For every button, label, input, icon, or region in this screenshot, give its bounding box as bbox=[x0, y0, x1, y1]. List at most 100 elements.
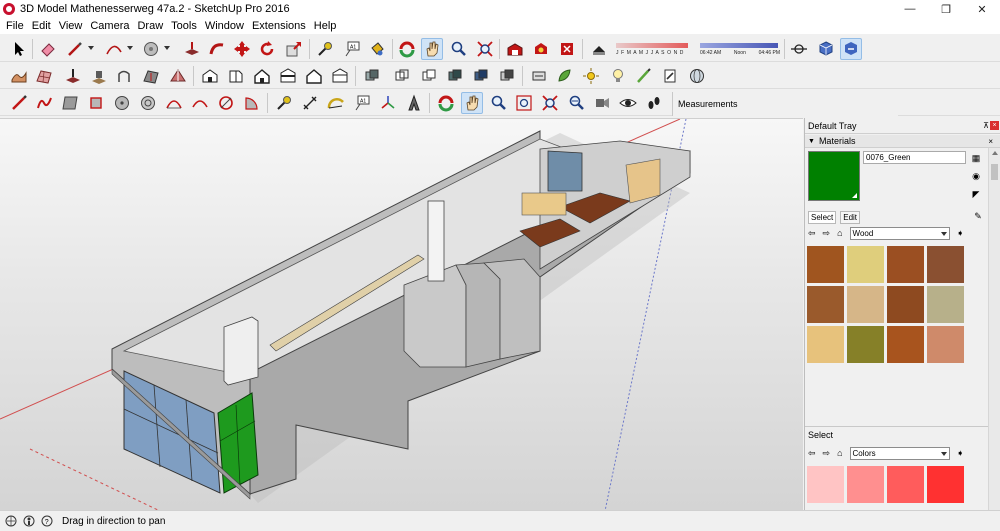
wood-swatch[interactable] bbox=[847, 286, 884, 323]
color-swatch[interactable] bbox=[887, 466, 924, 503]
default-material-icon[interactable]: ◤ bbox=[970, 188, 982, 200]
orbit-button[interactable] bbox=[396, 38, 418, 60]
share-model-button[interactable] bbox=[530, 38, 552, 60]
menu-tools[interactable]: Tools bbox=[167, 20, 201, 32]
wireframe-style-button[interactable] bbox=[391, 65, 413, 87]
wood-swatch[interactable] bbox=[847, 326, 884, 363]
measure-tape-button[interactable] bbox=[273, 92, 295, 114]
iso-view-button[interactable] bbox=[199, 65, 221, 87]
rotated-rectangle-button[interactable] bbox=[85, 92, 107, 114]
line-tool-button[interactable] bbox=[64, 38, 86, 60]
menu-extensions[interactable]: Extensions bbox=[248, 20, 310, 32]
home-icon[interactable]: ⌂ bbox=[837, 228, 842, 238]
wood-swatch[interactable] bbox=[927, 326, 964, 363]
scroll-thumb[interactable] bbox=[991, 164, 998, 180]
home-icon-2[interactable]: ⌂ bbox=[837, 448, 842, 458]
component-options-button[interactable] bbox=[815, 38, 837, 60]
zoom-button[interactable] bbox=[447, 38, 469, 60]
eyedropper-icon[interactable]: ✎ bbox=[972, 210, 984, 222]
pin-icon[interactable]: ⊼ bbox=[983, 121, 989, 130]
zoom-extents-button[interactable] bbox=[474, 38, 496, 60]
rotate-tool-button[interactable] bbox=[256, 38, 278, 60]
profile-edges-button[interactable] bbox=[659, 65, 681, 87]
push-pull-button[interactable] bbox=[181, 38, 203, 60]
wood-swatch[interactable] bbox=[887, 326, 924, 363]
text-tool-button[interactable]: A1 bbox=[341, 38, 363, 60]
display-secondary-icon[interactable]: ▦ bbox=[970, 152, 982, 164]
maximize-button[interactable]: ❐ bbox=[928, 0, 964, 18]
tab-edit[interactable]: Edit bbox=[840, 211, 861, 224]
create-material-icon[interactable]: ◉ bbox=[970, 170, 982, 182]
walk-button[interactable] bbox=[643, 92, 665, 114]
menu-file[interactable]: File bbox=[2, 20, 28, 32]
library-select-wood[interactable]: Wood bbox=[849, 226, 950, 240]
orbit-tool-button[interactable] bbox=[435, 92, 457, 114]
wood-swatch[interactable] bbox=[927, 286, 964, 323]
right-view-button[interactable] bbox=[277, 65, 299, 87]
shaded-style-button[interactable] bbox=[444, 65, 466, 87]
draw-line-button[interactable] bbox=[8, 92, 30, 114]
follow-me-button[interactable] bbox=[206, 38, 228, 60]
forward-arrow-icon[interactable]: ⇨ bbox=[823, 228, 831, 239]
zoom-window-button[interactable] bbox=[513, 92, 535, 114]
arc-tool-button[interactable] bbox=[103, 38, 125, 60]
menu-help[interactable]: Help bbox=[310, 20, 341, 32]
polygon-button[interactable] bbox=[137, 92, 159, 114]
sun-shadows-button[interactable] bbox=[580, 65, 602, 87]
credits-icon[interactable] bbox=[22, 514, 36, 528]
hide-rest-button[interactable] bbox=[554, 65, 576, 87]
zoom-extents-tool-button[interactable] bbox=[539, 92, 561, 114]
top-view-button[interactable] bbox=[225, 65, 247, 87]
color-swatch[interactable] bbox=[807, 466, 844, 503]
fog-button[interactable] bbox=[607, 65, 629, 87]
tape-measure-button[interactable] bbox=[314, 38, 336, 60]
pie-button[interactable] bbox=[241, 92, 263, 114]
pan-button[interactable] bbox=[421, 38, 443, 60]
model-scene[interactable] bbox=[0, 119, 803, 510]
shaded-textures-button[interactable] bbox=[470, 65, 492, 87]
details-arrow-icon-2[interactable]: ➧ bbox=[957, 448, 965, 459]
section-plane-button[interactable] bbox=[788, 38, 810, 60]
current-material-swatch[interactable] bbox=[808, 151, 860, 201]
xray-style-button[interactable] bbox=[361, 65, 383, 87]
menu-edit[interactable]: Edit bbox=[28, 20, 55, 32]
wood-swatch[interactable] bbox=[887, 286, 924, 323]
pan-tool-button[interactable] bbox=[461, 92, 483, 114]
3d-text-button[interactable] bbox=[403, 92, 425, 114]
model-viewport[interactable] bbox=[0, 118, 803, 510]
scale-tool-button[interactable] bbox=[283, 38, 305, 60]
shadows-toggle-button[interactable] bbox=[588, 38, 610, 60]
geo-location-icon[interactable] bbox=[4, 514, 18, 528]
wood-swatch[interactable] bbox=[927, 246, 964, 283]
tray-scrollbar[interactable] bbox=[988, 148, 1000, 510]
stamp-button[interactable] bbox=[88, 65, 110, 87]
hidden-line-style-button[interactable] bbox=[418, 65, 440, 87]
forward-arrow-icon-2[interactable]: ⇨ bbox=[823, 448, 831, 459]
three-point-arc-button[interactable] bbox=[215, 92, 237, 114]
help-icon[interactable]: ? bbox=[40, 514, 54, 528]
back-arrow-icon-2[interactable]: ⇦ bbox=[808, 448, 816, 459]
measurements-box[interactable]: Measurements bbox=[672, 92, 898, 116]
extension-warehouse-button[interactable] bbox=[556, 38, 578, 60]
back-arrow-icon[interactable]: ⇦ bbox=[808, 228, 816, 239]
outliner-button[interactable] bbox=[840, 38, 862, 60]
back-view-button[interactable] bbox=[303, 65, 325, 87]
library-select-colors[interactable]: Colors bbox=[849, 446, 950, 460]
sandbox-from-scratch-button[interactable] bbox=[33, 65, 55, 87]
eraser-button[interactable] bbox=[37, 38, 59, 60]
wood-swatch[interactable] bbox=[807, 286, 844, 323]
edge-style-button[interactable] bbox=[633, 65, 655, 87]
flip-edge-button[interactable] bbox=[167, 65, 189, 87]
dimension-button[interactable] bbox=[299, 92, 321, 114]
geo-location-button[interactable] bbox=[686, 65, 708, 87]
minimize-button[interactable]: — bbox=[892, 0, 928, 18]
warehouse-button[interactable] bbox=[504, 38, 526, 60]
front-view-button[interactable] bbox=[251, 65, 273, 87]
menu-window[interactable]: Window bbox=[201, 20, 248, 32]
two-point-arc-button[interactable] bbox=[189, 92, 211, 114]
freehand-button[interactable] bbox=[34, 92, 56, 114]
wood-swatch[interactable] bbox=[887, 246, 924, 283]
protractor-button[interactable] bbox=[325, 92, 347, 114]
zoom-tool-button[interactable] bbox=[487, 92, 509, 114]
rectangle-button[interactable] bbox=[59, 92, 81, 114]
